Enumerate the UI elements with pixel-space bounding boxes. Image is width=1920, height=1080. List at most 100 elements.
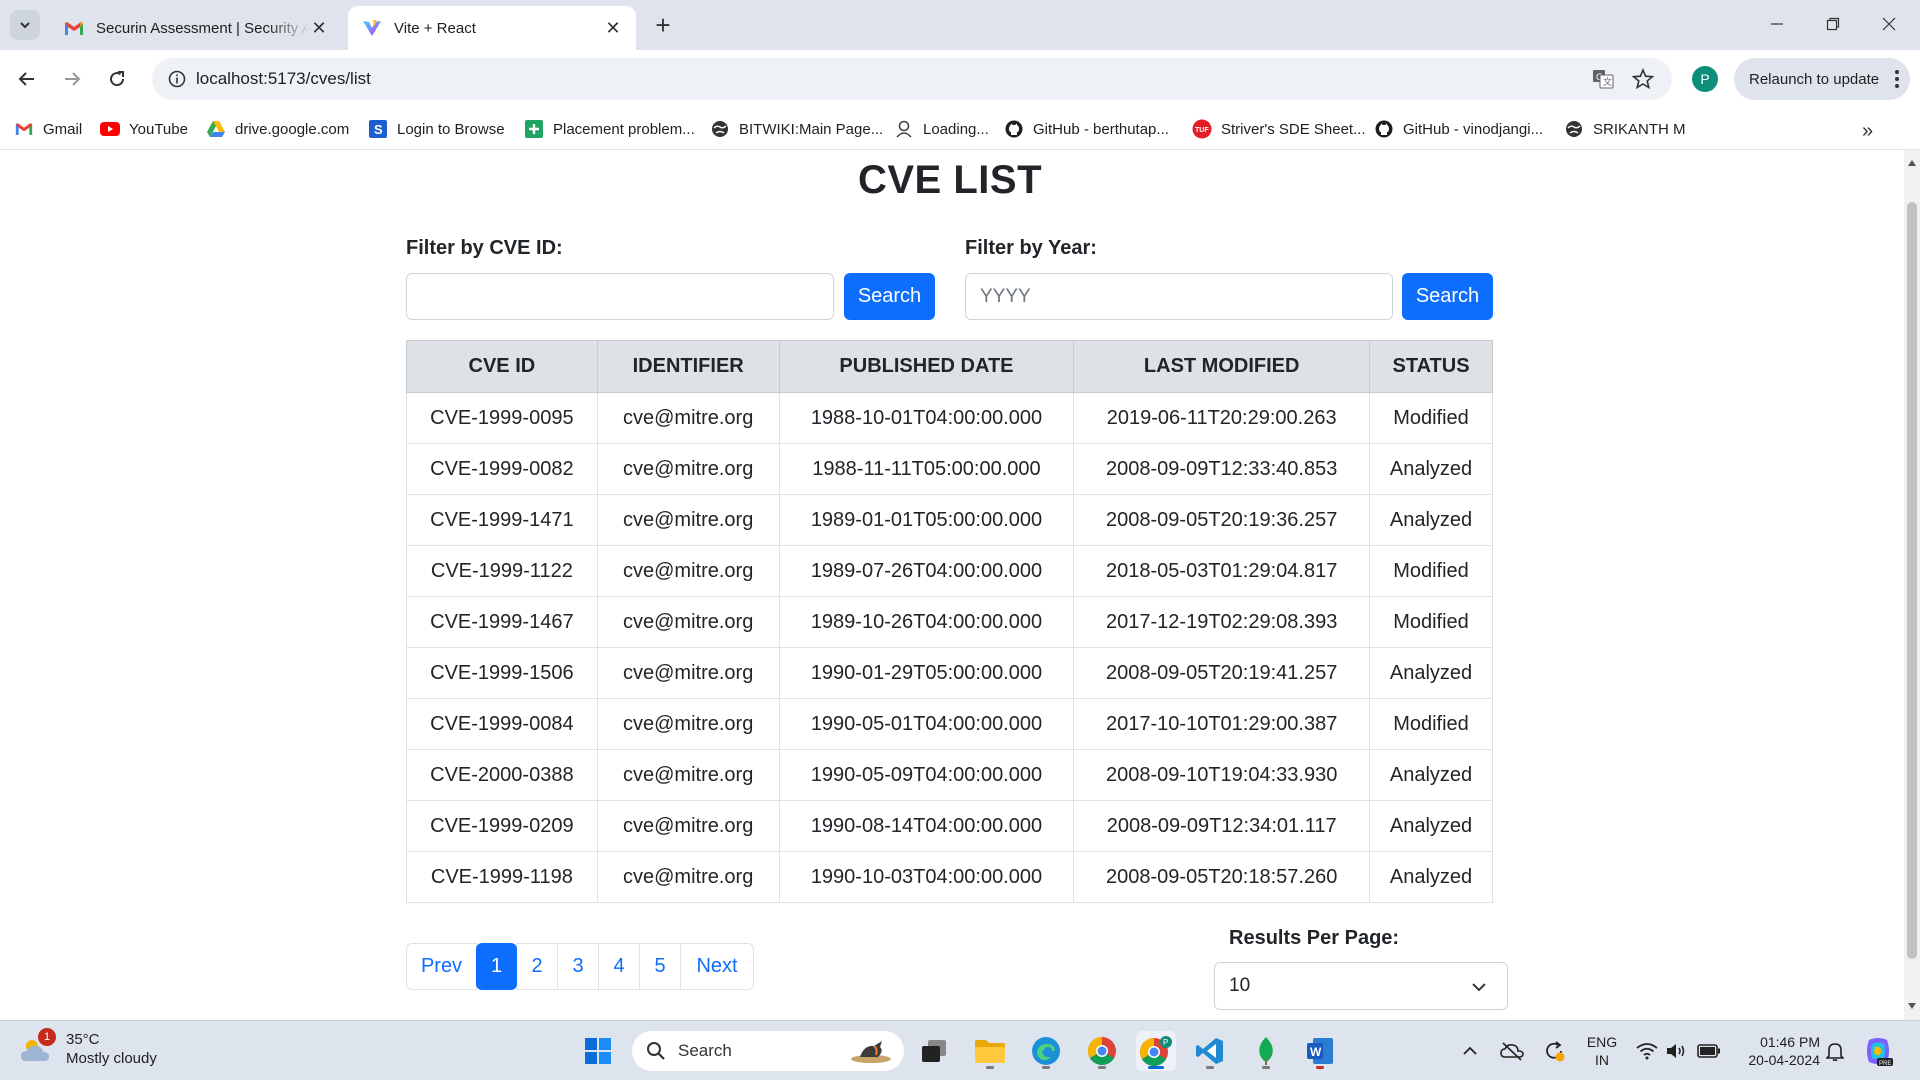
table-row[interactable]: CVE-1999-1506 cve@mitre.org 1990-01-29T05:…: [406, 647, 1493, 699]
edge-button[interactable]: [1026, 1031, 1066, 1071]
chrome-button[interactable]: [1082, 1031, 1122, 1071]
wifi-icon[interactable]: [1632, 1031, 1662, 1071]
close-tab-icon[interactable]: ✕: [604, 18, 622, 38]
reload-button[interactable]: [100, 62, 134, 96]
weather-widget[interactable]: 1 35°C Mostly cloudy: [20, 1028, 157, 1068]
bookmark-drive[interactable]: drive.google.com: [206, 117, 349, 141]
copilot-icon[interactable]: PRE: [1860, 1031, 1896, 1071]
chrome-profile-button[interactable]: P: [1136, 1031, 1176, 1071]
table-row[interactable]: CVE-1999-1122 cve@mitre.org 1989-07-26T04:…: [406, 545, 1493, 597]
cell-identifier: cve@mitre.org: [596, 800, 780, 852]
results-per-page-select[interactable]: 10: [1214, 962, 1508, 1010]
bookmark-label: GitHub - berthutap...: [1033, 120, 1169, 138]
relaunch-label: Relaunch to update: [1749, 70, 1880, 88]
github-icon: [1004, 120, 1024, 138]
bookmark-star-icon[interactable]: [1630, 66, 1656, 92]
clock[interactable]: 01:46 PM 20-04-2024: [1736, 1033, 1820, 1069]
tab-title: Securin Assessment | Security A: [96, 19, 310, 37]
close-window-button[interactable]: [1864, 8, 1914, 40]
weather-condition: Mostly cloudy: [66, 1050, 157, 1067]
table-row[interactable]: CVE-1999-1198 cve@mitre.org 1990-10-03T04:…: [406, 851, 1493, 903]
page-button-5[interactable]: 5: [639, 943, 681, 990]
bookmark-srikanth-m[interactable]: SRIKANTH M: [1564, 117, 1686, 141]
sync-alert-icon[interactable]: [1538, 1031, 1570, 1071]
next-page-button[interactable]: Next: [680, 943, 754, 990]
scroll-down-icon[interactable]: [1908, 1003, 1916, 1009]
restore-button[interactable]: [1808, 8, 1858, 40]
column-header-published-date: PUBLISHED DATE: [778, 340, 1075, 393]
vscode-button[interactable]: [1190, 1031, 1230, 1071]
bookmark-placement-problem[interactable]: Placement problem...: [524, 117, 695, 141]
back-button[interactable]: [10, 62, 44, 96]
start-button[interactable]: [578, 1031, 618, 1071]
bookmark-striver-sde-sheet[interactable]: TUF Striver's SDE Sheet...: [1192, 117, 1366, 141]
table-row[interactable]: CVE-1999-0082 cve@mitre.org 1988-11-11T05:…: [406, 443, 1493, 495]
table-row[interactable]: CVE-1999-0084 cve@mitre.org 1990-05-01T04:…: [406, 698, 1493, 750]
browser-toolbar: localhost:5173/cves/list G文 P Relaunch t…: [0, 50, 1920, 108]
table-row[interactable]: CVE-1999-0209 cve@mitre.org 1990-08-14T04:…: [406, 800, 1493, 852]
more-menu-icon[interactable]: [1894, 68, 1900, 90]
relaunch-button[interactable]: Relaunch to update: [1734, 58, 1910, 100]
onedrive-offline-icon[interactable]: [1496, 1031, 1528, 1071]
site-info-icon[interactable]: [162, 64, 192, 94]
tab-securin-assessment[interactable]: Securin Assessment | Security A ✕: [50, 6, 342, 50]
region-code: IN: [1595, 1052, 1609, 1068]
minimize-button[interactable]: [1752, 8, 1802, 40]
page-scrollbar[interactable]: [1904, 150, 1920, 1020]
cell-last-modified: 2019-06-11T20:29:00.263: [1073, 392, 1371, 444]
search-year-button[interactable]: Search: [1402, 273, 1493, 320]
bookmark-label: GitHub - vinodjangi...: [1403, 120, 1544, 138]
taskbar-search[interactable]: Search: [632, 1031, 904, 1071]
scroll-up-icon[interactable]: [1908, 160, 1916, 166]
cve-id-input[interactable]: [406, 273, 834, 320]
more-bookmarks-icon[interactable]: »: [1862, 120, 1873, 143]
notification-bell-icon[interactable]: [1820, 1031, 1850, 1071]
search-cve-id-button[interactable]: Search: [844, 273, 935, 320]
profile-avatar[interactable]: P: [1692, 66, 1718, 92]
bookmark-label: drive.google.com: [235, 120, 350, 138]
word-button[interactable]: W: [1300, 1031, 1340, 1071]
table-row[interactable]: CVE-1999-1471 cve@mitre.org 1989-01-01T05:…: [406, 494, 1493, 546]
bookmark-youtube[interactable]: YouTube: [100, 117, 188, 141]
bookmark-github-vinodjangi[interactable]: GitHub - vinodjangi...: [1374, 117, 1543, 141]
bookmark-login-to-browse[interactable]: S Login to Browse: [368, 117, 505, 141]
task-view-button[interactable]: [914, 1031, 954, 1071]
battery-icon[interactable]: [1694, 1031, 1724, 1071]
show-hidden-icons-button[interactable]: [1454, 1031, 1486, 1071]
volume-icon[interactable]: [1662, 1031, 1692, 1071]
address-bar[interactable]: localhost:5173/cves/list G文: [152, 58, 1672, 100]
results-per-page-value: 10: [1229, 975, 1251, 996]
new-tab-button[interactable]: +: [650, 10, 676, 40]
cell-published-date: 1990-05-09T04:00:00.000: [778, 749, 1075, 801]
running-indicator: [986, 1066, 994, 1069]
tab-vite-react[interactable]: Vite + React ✕: [348, 6, 636, 50]
mongodb-compass-button[interactable]: [1246, 1031, 1286, 1071]
bookmark-gmail[interactable]: Gmail: [14, 117, 82, 141]
close-tab-icon[interactable]: ✕: [310, 18, 328, 38]
page-button-1[interactable]: 1: [476, 943, 517, 990]
table-row[interactable]: CVE-1999-0095 cve@mitre.org 1988-10-01T04:…: [406, 392, 1493, 444]
page-button-3[interactable]: 3: [557, 943, 599, 990]
url-text: localhost:5173/cves/list: [196, 69, 371, 88]
bookmark-github-berthutap[interactable]: GitHub - berthutap...: [1004, 117, 1169, 141]
language-code: ENG: [1586, 1034, 1618, 1050]
scrollbar-thumb[interactable]: [1907, 202, 1917, 959]
forward-button[interactable]: [55, 62, 89, 96]
language-indicator[interactable]: ENG IN: [1582, 1033, 1622, 1069]
table-row[interactable]: CVE-1999-1467 cve@mitre.org 1989-10-26T04:…: [406, 596, 1493, 648]
bookmark-loading[interactable]: Loading...: [894, 117, 989, 141]
tab-search-button[interactable]: [10, 10, 40, 40]
table-row[interactable]: CVE-2000-0388 cve@mitre.org 1990-05-09T04:…: [406, 749, 1493, 801]
page-button-2[interactable]: 2: [516, 943, 558, 990]
year-input[interactable]: [965, 273, 1393, 320]
cell-status: Analyzed: [1369, 851, 1493, 903]
svg-text:W: W: [1310, 1045, 1322, 1059]
translate-icon[interactable]: G文: [1590, 66, 1616, 92]
page-button-4[interactable]: 4: [598, 943, 640, 990]
page-viewport: CVE LIST Filter by CVE ID: Search Filter…: [0, 150, 1904, 1020]
prev-page-button[interactable]: Prev: [406, 943, 477, 990]
chrome-icon: [1088, 1037, 1116, 1065]
chevron-down-icon: [20, 22, 30, 29]
bookmark-bitwiki[interactable]: BITWIKI:Main Page...: [710, 117, 883, 141]
file-explorer-button[interactable]: [970, 1031, 1010, 1071]
